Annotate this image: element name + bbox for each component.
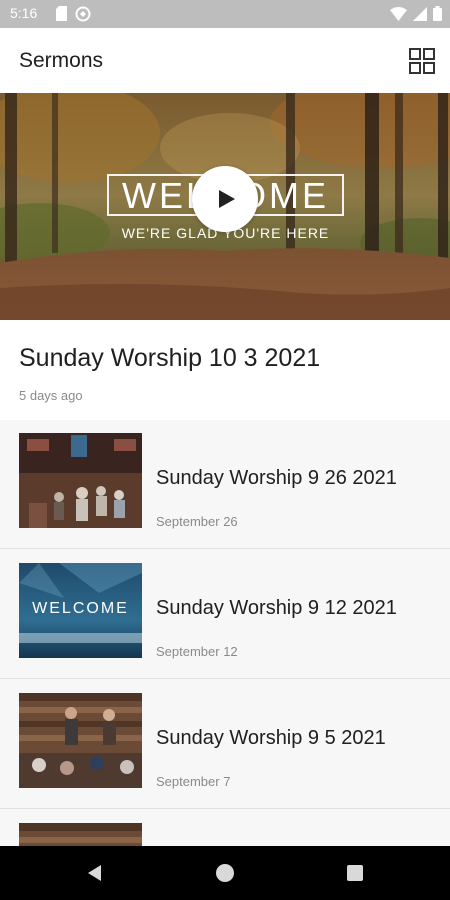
signal-icon	[413, 6, 427, 21]
sermon-date: September 7	[156, 774, 231, 789]
sermon-list-item[interactable]: Sunday Worship 9 26 2021 September 26	[0, 420, 450, 548]
sermon-title: Sunday Worship 9 26 2021	[156, 467, 397, 489]
system-nav-bar	[0, 846, 450, 900]
recents-button[interactable]	[343, 861, 367, 885]
sermon-title: Sunday Worship 9 5 2021	[156, 727, 386, 749]
sermon-list[interactable]: Sunday Worship 9 26 2021 September 26 WE…	[0, 420, 450, 846]
sd-card-icon	[56, 6, 67, 21]
status-bar: 5:16	[0, 0, 450, 28]
status-time: 5:16	[10, 5, 38, 21]
featured-sermon[interactable]: Sunday Worship 10 3 2021 5 days ago	[0, 320, 450, 420]
play-button[interactable]	[192, 166, 258, 232]
divider	[0, 548, 450, 549]
sermon-thumbnail	[19, 433, 142, 528]
sermon-date: September 12	[156, 644, 238, 659]
page-title: Sermons	[19, 49, 104, 72]
sermon-list-item[interactable]	[0, 810, 450, 846]
sermon-thumbnail: WELCOME	[19, 563, 142, 658]
sermon-title: Sunday Worship 9 12 2021	[156, 597, 397, 619]
divider	[0, 808, 450, 809]
wifi-icon	[390, 6, 407, 21]
featured-sermon-title: Sunday Worship 10 3 2021	[19, 344, 321, 372]
sermon-list-item[interactable]: WELCOME Sunday Worship 9 12 2021 Septemb…	[0, 550, 450, 678]
grid-view-icon	[409, 48, 435, 74]
grid-view-button[interactable]	[408, 47, 436, 75]
divider	[0, 678, 450, 679]
thumbnail-welcome-text: WELCOME	[32, 600, 129, 617]
sermon-thumbnail	[19, 693, 142, 788]
sermon-list-item[interactable]: Sunday Worship 9 5 2021 September 7	[0, 680, 450, 808]
app-bar: Sermons	[0, 28, 450, 93]
battery-icon	[433, 6, 442, 21]
recents-icon	[347, 865, 363, 881]
back-button[interactable]	[83, 861, 107, 885]
play-icon	[219, 190, 235, 208]
home-icon	[216, 864, 234, 882]
sync-icon	[75, 6, 91, 22]
home-button[interactable]	[213, 861, 237, 885]
featured-video-hero[interactable]: WELCOME WE'RE GLAD YOU'RE HERE	[0, 93, 450, 320]
back-icon	[88, 865, 101, 881]
sermon-thumbnail	[19, 823, 142, 846]
featured-sermon-date: 5 days ago	[19, 388, 83, 403]
sermon-date: September 26	[156, 514, 238, 529]
